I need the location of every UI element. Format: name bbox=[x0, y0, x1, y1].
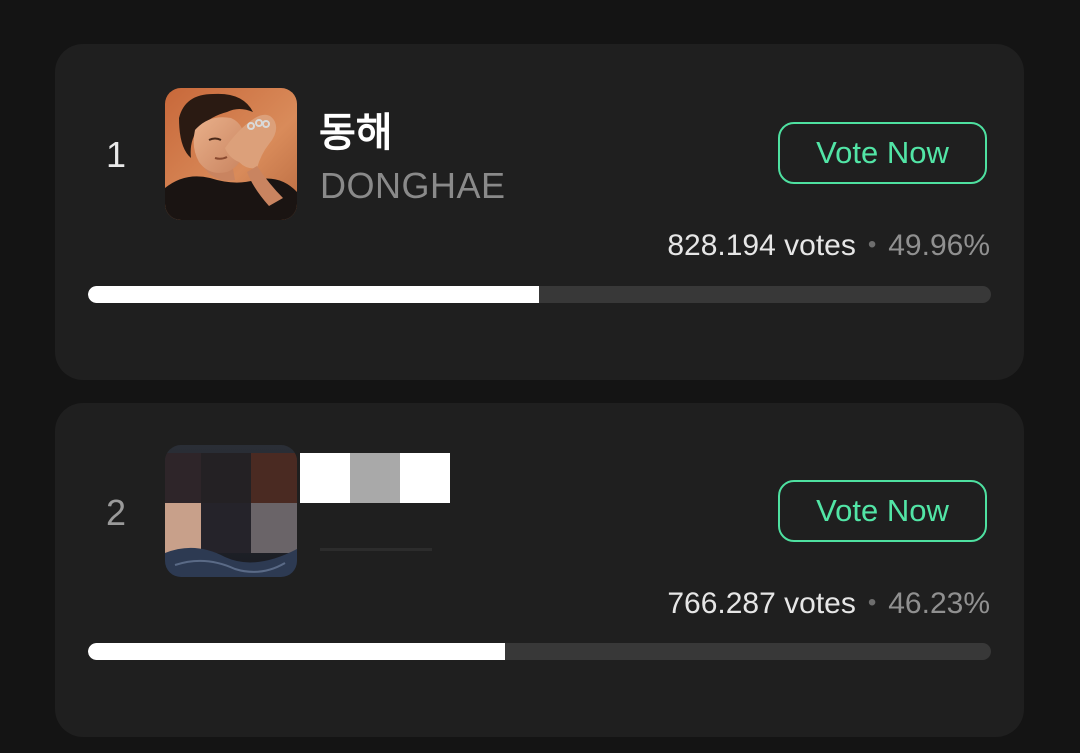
candidate-card-2: 2 Vote Now 766.287 votes • 46.23% bbox=[55, 403, 1024, 737]
separator-dot: • bbox=[867, 231, 877, 258]
rank-number: 2 bbox=[105, 492, 127, 533]
vote-stats: 766.287 votes • 46.23% bbox=[667, 587, 990, 621]
redacted-artist-name bbox=[300, 453, 450, 503]
vote-count: 828.194 votes bbox=[667, 229, 856, 262]
vote-now-button[interactable]: Vote Now bbox=[778, 122, 987, 184]
vote-percentage: 49.96% bbox=[888, 229, 990, 262]
artist-photo bbox=[165, 88, 297, 220]
redaction-block bbox=[400, 453, 450, 503]
vote-ranking-page: 1 동해 DONGHAE Vote Now 828.194 votes • 49… bbox=[0, 0, 1080, 753]
rank-number: 1 bbox=[105, 134, 127, 175]
vote-progress-bar bbox=[88, 643, 991, 660]
vote-count: 766.287 votes bbox=[667, 587, 856, 620]
redaction-block bbox=[350, 453, 400, 503]
artist-name-english: DONGHAE bbox=[320, 165, 506, 206]
separator-dot: • bbox=[867, 589, 877, 616]
artist-photo-redacted bbox=[165, 445, 297, 577]
vote-progress-fill bbox=[88, 286, 540, 303]
redaction-block bbox=[300, 453, 350, 503]
vote-percentage: 46.23% bbox=[888, 587, 990, 620]
vote-stats: 828.194 votes • 49.96% bbox=[667, 229, 990, 263]
vote-progress-fill bbox=[88, 643, 506, 660]
candidate-card-1: 1 동해 DONGHAE Vote Now 828.194 votes • 49… bbox=[55, 44, 1024, 380]
vote-progress-bar bbox=[88, 286, 991, 303]
artist-name-korean: 동해 bbox=[319, 111, 393, 155]
vote-now-button[interactable]: Vote Now bbox=[778, 480, 987, 542]
redacted-artist-subtitle bbox=[320, 548, 432, 551]
